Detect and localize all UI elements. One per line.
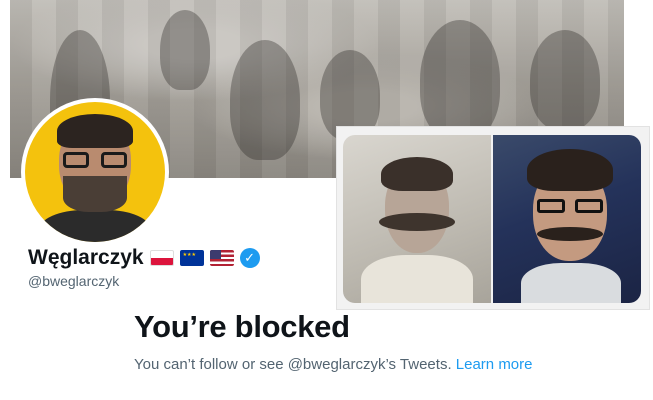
profile-handle: @bweglarczyk (28, 273, 120, 289)
avatar-photo (25, 102, 165, 242)
blocked-message-text: You can’t follow or see @bweglarczyk’s T… (134, 356, 452, 373)
blocked-message: You can’t follow or see @bweglarczyk’s T… (134, 354, 534, 375)
right-comparison-photo (493, 135, 641, 303)
comparison-photo-overlay (336, 126, 650, 310)
profile-display-name: Węglarczyk (28, 246, 144, 269)
profile-avatar[interactable] (21, 98, 169, 246)
eu-flag-icon (179, 250, 204, 266)
poland-flag-icon (149, 250, 174, 266)
profile-name-row: Węglarczyk ✓ (28, 246, 260, 270)
learn-more-link[interactable]: Learn more (456, 356, 533, 373)
verified-badge-icon[interactable]: ✓ (239, 248, 260, 268)
us-flag-icon (209, 250, 234, 266)
left-comparison-photo (343, 135, 491, 303)
blocked-heading: You’re blocked (134, 309, 350, 344)
